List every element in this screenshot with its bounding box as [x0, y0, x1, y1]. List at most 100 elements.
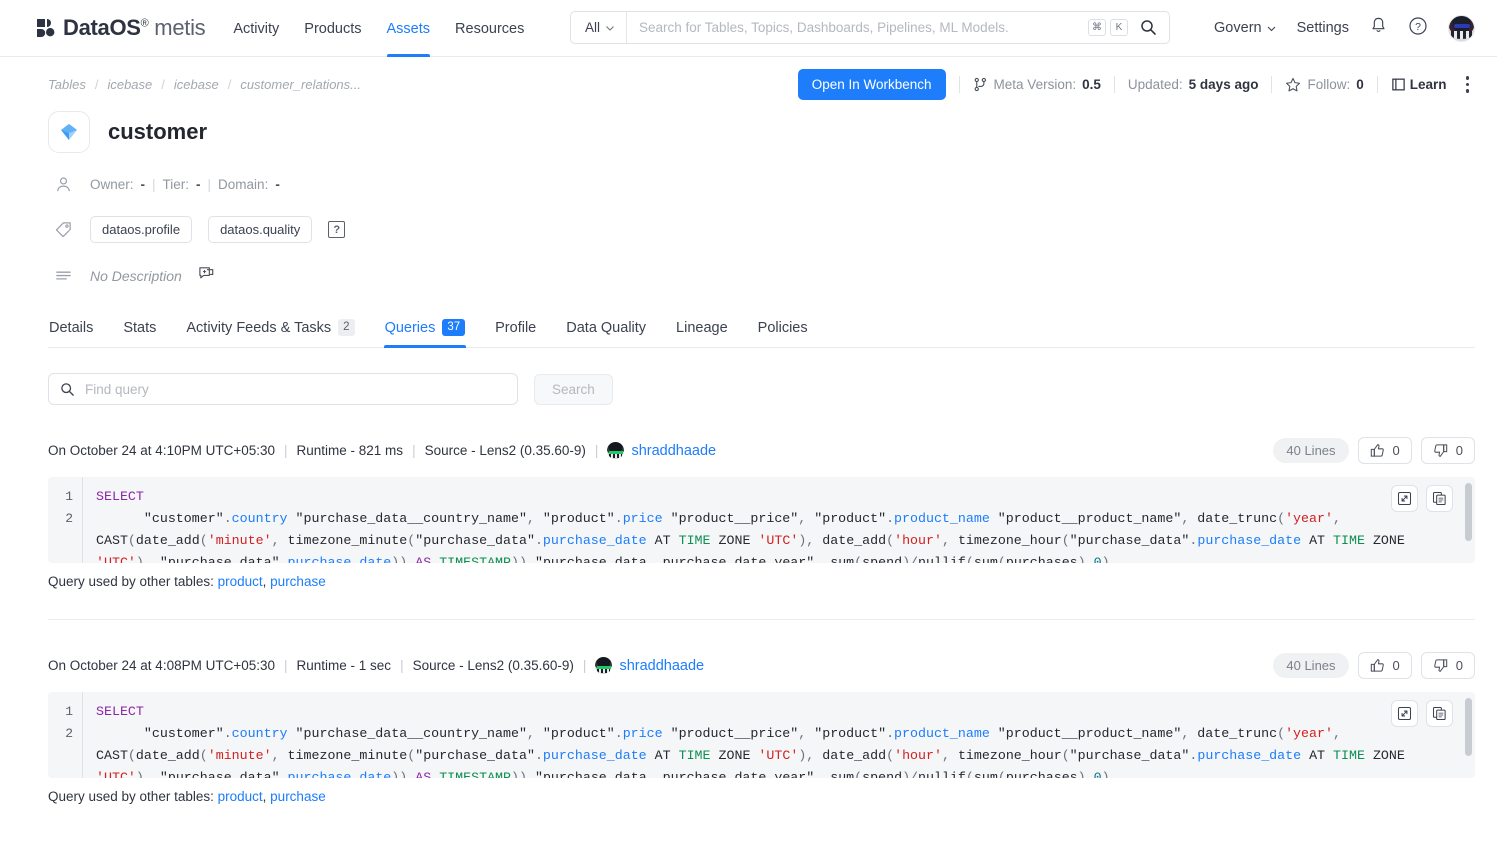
nav-item-activity[interactable]: Activity	[233, 0, 279, 56]
find-query-input[interactable]	[83, 380, 506, 398]
search-scope-dropdown[interactable]: All	[571, 12, 628, 43]
used-by-table-product[interactable]: product	[218, 574, 263, 589]
tag-dataos-profile[interactable]: dataos.profile	[90, 216, 193, 243]
breadcrumb-item-icebase-2[interactable]: icebase	[174, 77, 219, 92]
tab-data-quality[interactable]: Data Quality	[565, 314, 647, 347]
learn-button[interactable]: Learn	[1391, 77, 1447, 92]
divider: |	[207, 177, 212, 192]
tab-label: Profile	[495, 320, 537, 336]
code-scrollbar[interactable]	[1465, 483, 1472, 541]
govern-menu[interactable]: Govern	[1214, 20, 1277, 36]
breadcrumb-item-customer-relations[interactable]: customer_relations...	[240, 77, 361, 92]
query-actions: 40 Lines 0 0	[1273, 437, 1475, 464]
copy-code-button[interactable]	[1426, 485, 1453, 512]
kebab-dot	[1465, 89, 1469, 93]
query-meta: On October 24 at 4:10PM UTC+05:30 | Runt…	[48, 442, 716, 459]
description-text: No Description	[90, 268, 182, 284]
author-avatar	[607, 442, 625, 459]
tag-help-icon[interactable]: ?	[328, 221, 346, 238]
follow-control[interactable]: Follow: 0	[1285, 77, 1364, 93]
bell-icon	[1372, 17, 1385, 32]
global-search-input[interactable]	[627, 12, 1088, 43]
query-card: On October 24 at 4:10PM UTC+05:30 | Runt…	[48, 405, 1475, 589]
nav-item-products[interactable]: Products	[304, 0, 361, 56]
tag-dataos-quality[interactable]: dataos.quality	[208, 216, 313, 243]
sql-code-text[interactable]: SELECT "customer".country "purchase_data…	[82, 477, 1475, 563]
query-search-button[interactable]: Search	[534, 373, 613, 405]
tab-stats[interactable]: Stats	[122, 314, 157, 347]
learn-label: Learn	[1409, 77, 1447, 92]
search-icon	[61, 382, 74, 396]
used-by-table-purchase[interactable]: purchase	[270, 789, 326, 804]
tab-profile[interactable]: Profile	[494, 314, 537, 347]
notifications-button[interactable]	[1369, 16, 1388, 40]
tab-count-badge: 37	[442, 319, 466, 336]
breadcrumb-separator: /	[161, 77, 165, 92]
brand-logo[interactable]: DataOS® metis	[36, 15, 206, 41]
nav-item-assets[interactable]: Assets	[386, 0, 430, 57]
settings-link[interactable]: Settings	[1297, 20, 1349, 36]
upvote-button[interactable]: 0	[1357, 652, 1412, 679]
used-by-table-purchase[interactable]: purchase	[270, 574, 326, 589]
line-count-badge: 40 Lines	[1273, 438, 1349, 463]
copy-icon	[1432, 491, 1446, 506]
table-diamond-icon	[61, 124, 77, 140]
tab-label: Details	[49, 320, 94, 336]
breadcrumb-separator: /	[94, 77, 99, 92]
copy-icon	[1432, 706, 1446, 721]
add-description-button[interactable]	[198, 265, 215, 287]
query-search-row: Search	[48, 373, 1475, 405]
comma: ,	[262, 574, 267, 589]
tab-details[interactable]: Details	[48, 314, 94, 347]
updated-label: Updated:	[1127, 77, 1183, 92]
downvote-button[interactable]: 0	[1420, 652, 1475, 679]
search-submit-button[interactable]	[1134, 12, 1169, 43]
help-button[interactable]: ?	[1408, 16, 1428, 41]
more-options-button[interactable]	[1460, 72, 1476, 97]
thumbs-down-icon	[1433, 659, 1447, 672]
govern-label: Govern	[1214, 20, 1262, 36]
downvote-button[interactable]: 0	[1420, 437, 1475, 464]
nav-item-resources[interactable]: Resources	[455, 0, 524, 56]
owner-value: -	[140, 177, 146, 192]
meta-version-value: 0.5	[1082, 77, 1101, 92]
chevron-down-icon	[1267, 26, 1275, 31]
expand-code-button[interactable]	[1391, 700, 1418, 727]
code-toolbar	[1391, 700, 1453, 727]
divider	[1271, 76, 1273, 93]
author-name-link[interactable]: shraddhaade	[631, 443, 716, 459]
code-scrollbar[interactable]	[1465, 698, 1472, 756]
breadcrumb-item-icebase-1[interactable]: icebase	[107, 77, 152, 92]
kebab-dot	[1465, 82, 1469, 87]
thumbs-up-icon	[1370, 659, 1384, 672]
description-lines-icon	[52, 267, 74, 286]
query-source: Source - Lens2 (0.35.60-9)	[412, 658, 574, 673]
tab-activity-feeds-tasks[interactable]: Activity Feeds & Tasks 2	[185, 313, 355, 347]
book-icon	[1392, 78, 1405, 91]
breadcrumb-item-tables[interactable]: Tables	[48, 77, 86, 92]
global-search: All ⌘ K	[570, 11, 1170, 44]
user-avatar[interactable]	[1448, 14, 1475, 42]
dataos-logo-icon	[36, 18, 56, 38]
divider: |	[582, 658, 587, 673]
open-in-workbench-button[interactable]: Open In Workbench	[797, 69, 946, 100]
tab-lineage[interactable]: Lineage	[675, 314, 729, 347]
author-name-link[interactable]: shraddhaade	[619, 658, 704, 674]
used-by-table-product[interactable]: product	[218, 789, 263, 804]
breadcrumb-separator: /	[227, 77, 232, 92]
line-count-badge: 40 Lines	[1273, 653, 1349, 678]
upvote-button[interactable]: 0	[1357, 437, 1412, 464]
settings-label: Settings	[1296, 20, 1349, 36]
entity-tab-bar: Details Stats Activity Feeds & Tasks 2 Q…	[48, 313, 1475, 348]
search-icon	[1141, 20, 1156, 35]
sql-code-text[interactable]: SELECT "customer".country "purchase_data…	[82, 692, 1475, 778]
search-shortcut-hint: ⌘ K	[1088, 12, 1134, 43]
copy-code-button[interactable]	[1426, 700, 1453, 727]
top-navigation-bar: DataOS® metis Activity Products Assets R…	[0, 0, 1497, 57]
query-meta: On October 24 at 4:08PM UTC+05:30 | Runt…	[48, 657, 704, 674]
query-card-header: On October 24 at 4:08PM UTC+05:30 | Runt…	[48, 652, 1475, 679]
tab-count-badge: 2	[338, 319, 355, 336]
tab-queries[interactable]: Queries 37	[383, 313, 467, 348]
expand-code-button[interactable]	[1391, 485, 1418, 512]
tab-policies[interactable]: Policies	[757, 314, 809, 347]
